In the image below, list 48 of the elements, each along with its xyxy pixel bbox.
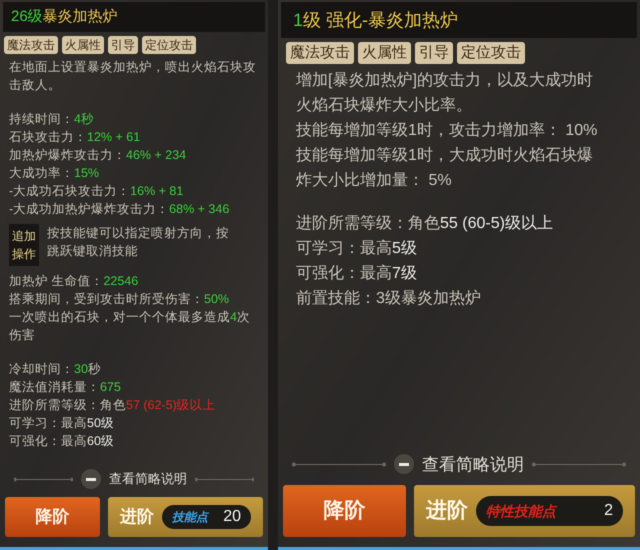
attribute-tag: 定位攻击 — [142, 36, 196, 54]
stat-line: 一次喷出的石块，对一个个体最多造成4次伤害 — [9, 309, 251, 344]
stat-line: -大成功石块攻击力：16% + 81 — [9, 183, 184, 200]
attribute-tag: 引导 — [108, 36, 138, 54]
stat-line: 在地面上设置暴炎加热炉，喷出火焰石块攻击敌人。 — [9, 59, 257, 94]
attribute-tag: 魔法攻击 — [4, 36, 58, 54]
downgrade-button[interactable]: 降阶 — [5, 497, 100, 537]
attribute-tag: 火属性 — [358, 42, 411, 64]
points-label: 技能点 — [172, 509, 208, 526]
collapse-toggle[interactable]: 查看简略说明 — [422, 452, 524, 477]
points-count: 20 — [223, 507, 241, 527]
stat-line: 增加[暴炎加热炉]的攻击力，以及大成功时火焰石块爆炸大小比率。 — [296, 70, 594, 116]
minus-icon[interactable] — [394, 454, 414, 474]
stat-line: 按技能键可以指定喷射方向，按跳跃键取消技能 — [47, 225, 230, 260]
stat-line: 加热炉 生命值：22546 — [9, 273, 140, 290]
stat-line: 可学习：最高5级 — [296, 238, 418, 259]
divider-line — [195, 476, 254, 482]
stat-line: 加热炉爆炸攻击力：46% + 234 — [9, 147, 188, 164]
extra-operation-label: 追加操作 — [9, 224, 39, 266]
stat-line: -大成功加热炉爆炸攻击力：68% + 346 — [9, 201, 230, 218]
stat-line: 石块攻击力：12% + 61 — [9, 129, 142, 146]
upgrade-button[interactable]: 进阶 特性技能点 2 — [414, 485, 635, 537]
points-count: 2 — [604, 501, 613, 521]
stat-line: 可强化：最高7级 — [296, 264, 418, 284]
stat-line: 前置技能：3级暴炎加热炉 — [296, 288, 482, 309]
stat-line: 技能每增加等级1时，大成功时火焰石块爆炸大小比增加量： 5% — [296, 146, 594, 191]
stat-line: 魔法值消耗量：675 — [9, 379, 122, 396]
stat-line: 可强化：最高60级 — [9, 433, 115, 450]
attribute-tag: 定位攻击 — [457, 42, 525, 64]
stat-line: 持续时间：4秒 — [9, 111, 95, 128]
points-label: 特性技能点 — [486, 502, 556, 521]
upgrade-button[interactable]: 进阶 技能点 20 — [108, 497, 263, 537]
attribute-tag: 火属性 — [62, 36, 104, 54]
downgrade-button[interactable]: 降阶 — [283, 485, 406, 537]
stat-line: 冷却时间：30秒 — [9, 361, 102, 378]
divider-line — [14, 476, 73, 482]
attribute-tag: 引导 — [415, 42, 453, 64]
collapse-toggle[interactable]: 查看简略说明 — [109, 469, 187, 489]
minus-icon[interactable] — [81, 469, 101, 489]
stat-line: 可学习：最高50级 — [9, 415, 115, 432]
stat-line: 进阶所需等级：角色55 (60-5)级以上 — [296, 214, 554, 234]
stat-line: 进阶所需等级：角色57 (62-5)级以上 — [9, 397, 217, 414]
skill-title: 26级暴炎加热炉 — [3, 2, 265, 32]
stat-line: 大成功率：15% — [9, 165, 100, 182]
stat-line: 搭乘期间，受到攻击时所受伤害：50% — [9, 291, 230, 308]
attribute-tag: 魔法攻击 — [286, 42, 354, 64]
skill-title: 1级 强化-暴炎加热炉 — [281, 2, 637, 38]
stat-line: 技能每增加等级1时，攻击力增加率： 10% — [296, 120, 598, 141]
